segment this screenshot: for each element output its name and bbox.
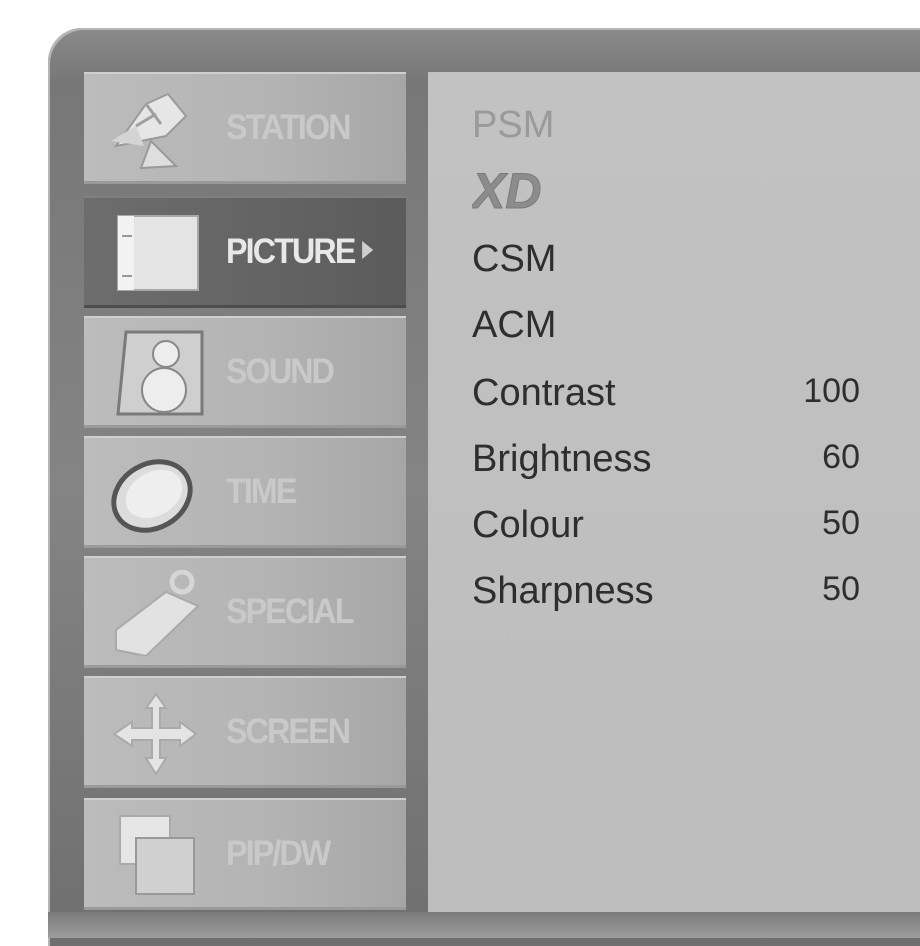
menu-row-psm[interactable]: PSM [472, 104, 920, 160]
move-arrows-icon [112, 692, 198, 776]
menu-label-sound: SOUND [226, 352, 335, 391]
row-label: Sharpness [472, 570, 654, 612]
speaker-icon [116, 330, 204, 416]
menu-item-picture[interactable]: PICTURE [84, 196, 406, 308]
row-value: 50 [822, 504, 860, 542]
menu-row-acm[interactable]: ACM [472, 304, 920, 360]
menu-label-special: SPECIAL [226, 592, 355, 631]
row-label: ACM [472, 304, 557, 346]
menu-item-pip-dw[interactable]: PIP/DW [84, 798, 406, 910]
menu-item-sound[interactable]: SOUND [84, 316, 406, 428]
row-value: 50 [822, 570, 860, 608]
pip-windows-icon [119, 815, 195, 895]
picture-submenu-panel: PSM XD CSM ACM Contrast 100 Brightness 6… [428, 72, 920, 912]
main-menu: STATION PICTURE SOUND TIME SPECIAL SCREE… [84, 72, 406, 912]
menu-label-picture: PICTURE [226, 232, 373, 272]
menu-label-screen: SCREEN [226, 712, 351, 751]
picture-icon [117, 215, 199, 291]
row-label: Brightness [472, 438, 652, 480]
row-label: PSM [472, 104, 555, 146]
menu-row-sharpness[interactable]: Sharpness 50 [472, 570, 920, 626]
menu-item-station[interactable]: STATION [84, 72, 406, 184]
xd-logo-icon[interactable]: XD [472, 164, 602, 214]
menu-label-time: TIME [226, 472, 297, 511]
xd-logo-text: XD [472, 164, 541, 214]
submenu-arrow-icon [361, 241, 373, 259]
menu-label-station: STATION [226, 108, 352, 147]
satellite-dish-icon [111, 92, 188, 170]
menu-label-pip-dw: PIP/DW [226, 834, 331, 873]
row-label: Colour [472, 504, 584, 546]
row-value: 60 [822, 438, 860, 476]
menu-row-colour[interactable]: Colour 50 [472, 504, 920, 560]
row-label: Contrast [472, 372, 616, 414]
clock-icon [111, 459, 193, 533]
menu-row-brightness[interactable]: Brightness 60 [472, 438, 920, 494]
menu-item-special[interactable]: SPECIAL [84, 556, 406, 668]
row-value: 100 [803, 372, 860, 410]
menu-row-contrast[interactable]: Contrast 100 [472, 372, 920, 428]
osd-frame-bottom [48, 912, 920, 938]
tag-icon [115, 570, 200, 656]
row-label: CSM [472, 238, 557, 280]
menu-item-screen[interactable]: SCREEN [84, 676, 406, 788]
menu-item-time[interactable]: TIME [84, 436, 406, 548]
menu-row-csm[interactable]: CSM [472, 238, 920, 294]
